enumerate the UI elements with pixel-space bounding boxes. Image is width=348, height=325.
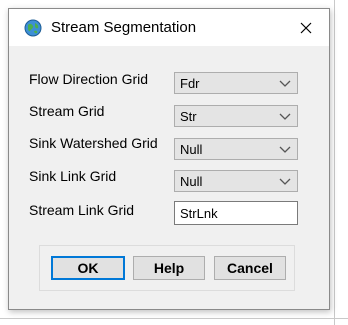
stream-segmentation-dialog: Stream Segmentation Flow Direction Grid … (8, 8, 330, 310)
flow-direction-grid-value: Fdr (180, 76, 200, 91)
sink-link-grid-select[interactable]: Null (174, 170, 298, 192)
stream-grid-value: Str (180, 109, 197, 124)
stream-link-grid-label: Stream Link Grid (29, 202, 135, 218)
chevron-down-icon (279, 113, 291, 120)
background-line (334, 0, 335, 325)
title-bar: Stream Segmentation (9, 9, 329, 46)
chevron-down-icon (279, 178, 291, 185)
flow-direction-grid-label: Flow Direction Grid (29, 71, 149, 87)
stream-link-grid-value: StrLnk (180, 206, 218, 221)
sink-watershed-grid-value: Null (180, 142, 203, 157)
close-icon (300, 22, 312, 33)
dialog-title: Stream Segmentation (51, 19, 197, 36)
sink-link-grid-value: Null (180, 174, 203, 189)
stream-grid-select[interactable]: Str (174, 105, 298, 127)
background-line (0, 318, 348, 319)
sink-watershed-grid-select[interactable]: Null (174, 138, 298, 160)
flow-direction-grid-select[interactable]: Fdr (174, 72, 298, 94)
chevron-down-icon (279, 80, 291, 87)
stream-link-grid-input[interactable]: StrLnk (174, 201, 298, 225)
help-button[interactable]: Help (133, 256, 205, 280)
cancel-button[interactable]: Cancel (214, 256, 286, 280)
ok-button[interactable]: OK (51, 256, 125, 280)
globe-icon (24, 19, 42, 37)
close-button[interactable] (283, 9, 329, 46)
sink-watershed-grid-label: Sink Watershed Grid (29, 135, 158, 151)
chevron-down-icon (279, 146, 291, 153)
sink-link-grid-label: Sink Link Grid (29, 168, 117, 184)
stream-grid-label: Stream Grid (29, 103, 105, 119)
